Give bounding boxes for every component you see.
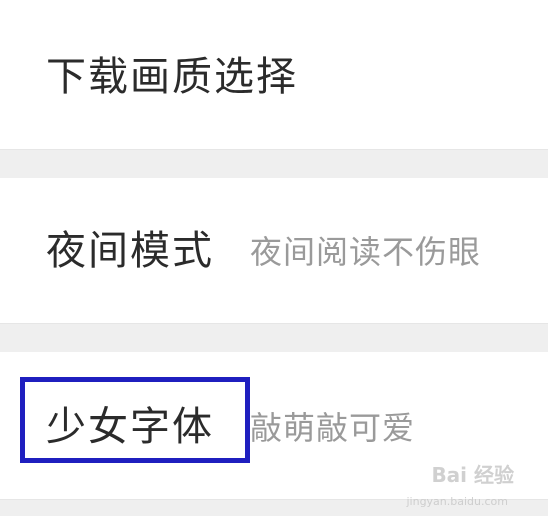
download-quality-label: 下载画质选择 xyxy=(46,54,298,100)
night-mode-setting[interactable]: 夜间模式 夜间阅读不伤眼 xyxy=(0,178,548,324)
night-mode-subtitle: 夜间阅读不伤眼 xyxy=(250,233,482,271)
girl-font-subtitle: 敲萌敲可爱 xyxy=(250,409,416,447)
night-mode-label: 夜间模式 xyxy=(46,228,214,274)
girl-font-label: 少女字体 xyxy=(46,404,214,450)
baidu-watermark: Bai 经验 xyxy=(431,463,514,487)
baidu-watermark-url: jingyan.baidu.com xyxy=(406,495,508,508)
download-quality-setting[interactable]: 下载画质选择 xyxy=(0,0,548,150)
settings-screen: 下载画质选择 夜间模式 夜间阅读不伤眼 少女字体 敲萌敲可爱 Bai 经验 ji… xyxy=(0,0,548,516)
